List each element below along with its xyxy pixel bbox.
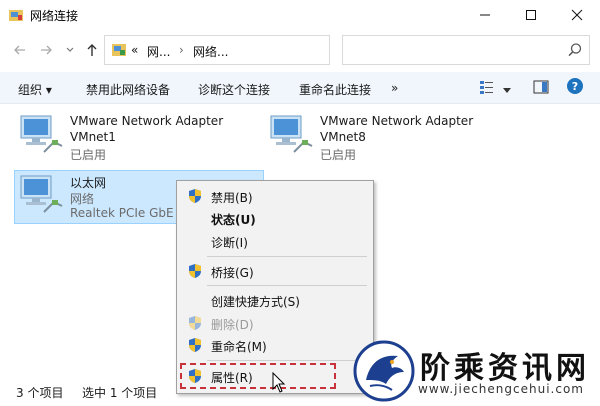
network-adapter-icon (270, 115, 313, 153)
more-commands-button[interactable]: » (391, 81, 398, 95)
network-adapter-vmnet8[interactable]: VMware Network Adapter VMnet8 已启用 (268, 112, 508, 164)
maximize-button[interactable] (508, 0, 554, 30)
menu-item-label: 禁用(B) (211, 191, 253, 205)
diagnose-connection-button[interactable]: 诊断这个连接 (198, 81, 270, 98)
breadcrumb-network-connections[interactable]: 网络... (193, 43, 228, 60)
network-adapter-icon (20, 115, 63, 153)
rename-connection-button[interactable]: 重命名此连接 (299, 81, 371, 98)
menu-separator (207, 285, 367, 286)
arrow-right-icon (41, 45, 52, 55)
window-title: 网络连接 (30, 9, 79, 23)
watermark-logo-icon (353, 340, 415, 402)
minimize-icon (480, 14, 490, 16)
arrow-up-icon (87, 44, 97, 56)
menu-item-disable[interactable]: 禁用(B) (177, 185, 373, 207)
breadcrumb-network[interactable]: 网... (147, 43, 170, 60)
menu-item-delete: 删除(D) (177, 312, 373, 334)
view-details-icon (480, 81, 493, 94)
menu-item-label: 诊断(I) (211, 236, 248, 250)
adapter-status: Realtek PCIe GbE F (70, 206, 185, 220)
close-button[interactable] (554, 0, 600, 30)
menu-separator (207, 360, 367, 361)
status-selected-count: 选中 1 个项目 (82, 386, 158, 400)
watermark-text: 阶乘资讯网 (420, 351, 590, 386)
search-input[interactable] (342, 35, 590, 65)
menu-item-label: 状态(U) (211, 213, 256, 227)
organize-menu[interactable]: 组织 ▾ (18, 81, 52, 98)
status-item-count: 3 个项目 (16, 386, 64, 400)
network-adapter-vmnet1[interactable]: VMware Network Adapter VMnet1 已启用 (18, 112, 258, 164)
menu-item-create-shortcut[interactable]: 创建快捷方式(S) (177, 289, 373, 311)
adapter-name: VMware Network Adapter (320, 114, 474, 128)
chevron-down-icon (66, 47, 74, 52)
network-connections-icon (112, 44, 126, 56)
adapter-name: VMware Network Adapter (70, 114, 224, 128)
arrow-left-icon (14, 45, 25, 55)
breadcrumb-separator: › (179, 43, 184, 57)
maximize-icon (526, 10, 536, 20)
close-icon (571, 9, 583, 21)
highlight-box (180, 363, 336, 389)
menu-item-rename[interactable]: 重命名(M) (177, 334, 373, 356)
mouse-cursor-icon (272, 372, 286, 393)
adapter-subname: 网络 (70, 192, 95, 206)
preview-pane-button[interactable] (532, 78, 550, 99)
menu-item-label: 创建快捷方式(S) (211, 295, 300, 309)
minimize-button[interactable] (462, 0, 508, 30)
adapter-subname: VMnet8 (320, 130, 366, 144)
title-bar: 网络连接 (0, 0, 600, 30)
help-button[interactable]: ? (566, 77, 584, 98)
network-adapter-icon (20, 175, 63, 213)
menu-item-status[interactable]: 状态(U) (177, 207, 373, 229)
uac-shield-icon (189, 316, 201, 330)
adapter-status: 已启用 (70, 148, 107, 162)
network-folder-icon (9, 10, 23, 21)
up-button[interactable] (84, 42, 100, 58)
menu-item-bridge[interactable]: 桥接(G) (177, 260, 373, 282)
svg-text:?: ? (572, 80, 578, 93)
address-overflow[interactable]: « (131, 43, 138, 57)
caret-down-icon (503, 88, 511, 93)
menu-item-label: 桥接(G) (211, 266, 254, 280)
watermark-url: www.jiechengcehui.com (418, 382, 584, 396)
menu-separator (207, 256, 367, 257)
uac-shield-icon (189, 189, 201, 203)
uac-shield-icon (189, 264, 201, 278)
help-icon: ? (567, 78, 583, 94)
uac-shield-icon (189, 338, 201, 352)
view-dropdown-button[interactable] (502, 84, 512, 98)
preview-pane-icon (533, 80, 549, 94)
menu-item-label: 删除(D) (211, 318, 254, 332)
adapter-subname: VMnet1 (70, 130, 116, 144)
forward-button[interactable] (38, 42, 54, 58)
disable-device-button[interactable]: 禁用此网络设备 (86, 81, 170, 98)
navigation-row: « 网... › 网络... (0, 30, 600, 70)
menu-item-label: 重命名(M) (211, 340, 267, 354)
address-bar[interactable]: « 网... › 网络... (104, 35, 422, 65)
back-button[interactable] (12, 42, 28, 58)
search-icon (568, 43, 582, 57)
recent-locations-button[interactable] (62, 42, 78, 58)
adapter-name: 以太网 (70, 176, 107, 190)
menu-item-diagnose[interactable]: 诊断(I) (177, 230, 373, 252)
command-bar: 组织 ▾ 禁用此网络设备 诊断这个连接 重命名此连接 » ? (0, 72, 600, 104)
view-options-button[interactable] (478, 78, 496, 99)
context-menu: 禁用(B) 状态(U) 诊断(I) 桥接(G) 创建快捷方式(S) 删除(D) … (176, 180, 374, 394)
adapter-status: 已启用 (320, 148, 357, 162)
